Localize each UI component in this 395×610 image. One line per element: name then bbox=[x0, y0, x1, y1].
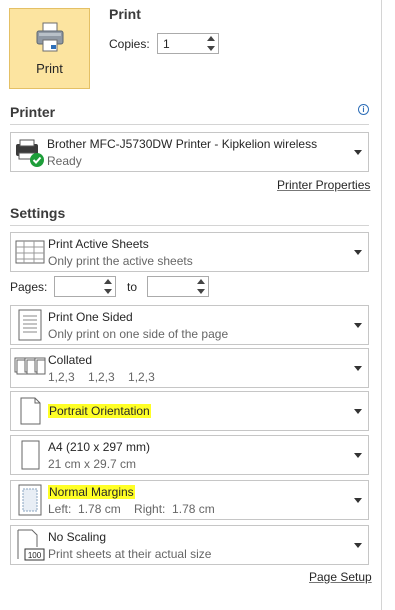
collated-icon bbox=[14, 357, 46, 375]
scaling-select[interactable]: 100 No Scaling Print sheets at their act… bbox=[10, 525, 369, 565]
decrement-arrow-icon[interactable] bbox=[207, 46, 215, 51]
pages-to-label: to bbox=[127, 280, 138, 294]
print-button-label: Print bbox=[36, 61, 63, 76]
sides-select[interactable]: Print One Sided Only print on one side o… bbox=[10, 305, 369, 345]
print-heading: Print bbox=[109, 6, 141, 22]
print-what-subtitle: Only print the active sheets bbox=[48, 254, 193, 268]
margins-title: Normal Margins bbox=[48, 485, 135, 499]
collation-subtitle: 1,2,3 1,2,3 1,2,3 bbox=[48, 370, 155, 384]
copies-value: 1 bbox=[163, 37, 170, 51]
copies-label: Copies: bbox=[109, 37, 150, 51]
printer-status-icon bbox=[16, 139, 44, 167]
chevron-down-icon bbox=[354, 498, 362, 503]
chevron-down-icon bbox=[354, 323, 362, 328]
panel-divider bbox=[381, 0, 382, 610]
sides-subtitle: Only print on one side of the page bbox=[48, 327, 229, 341]
pages-label: Pages: bbox=[10, 280, 48, 294]
orientation-title: Portrait Orientation bbox=[48, 404, 151, 418]
paper-size-title: A4 (210 x 297 mm) bbox=[48, 440, 151, 454]
print-button[interactable]: Print bbox=[9, 8, 90, 89]
info-icon[interactable]: i bbox=[358, 104, 369, 115]
printer-status: Ready bbox=[47, 154, 82, 168]
printer-properties-link[interactable]: Printer Properties bbox=[277, 178, 370, 192]
chevron-down-icon bbox=[354, 150, 362, 155]
paper-size-subtitle: 21 cm x 29.7 cm bbox=[48, 457, 137, 471]
orientation-title-text: Portrait Orientation bbox=[48, 404, 151, 418]
settings-heading: Settings bbox=[10, 205, 66, 221]
scaling-subtitle: Print sheets at their actual size bbox=[48, 547, 212, 561]
margins-title-text: Normal Margins bbox=[48, 485, 135, 499]
scaling-icon: 100 bbox=[17, 529, 45, 561]
margins-icon bbox=[18, 484, 42, 516]
margins-select[interactable]: Normal Margins Left: 1.78 cm Right: 1.78… bbox=[10, 480, 369, 520]
one-sided-icon bbox=[18, 309, 42, 341]
settings-separator bbox=[10, 225, 369, 226]
pages-to-input[interactable] bbox=[147, 276, 209, 297]
decrement-arrow-icon[interactable] bbox=[104, 289, 112, 294]
collation-title: Collated bbox=[48, 353, 93, 367]
printer-heading: Printer bbox=[10, 104, 56, 120]
page-setup-link[interactable]: Page Setup bbox=[309, 570, 372, 584]
paper-size-icon bbox=[21, 440, 40, 470]
printer-icon bbox=[36, 22, 64, 52]
scaling-badge: 100 bbox=[28, 551, 42, 560]
scaling-title: No Scaling bbox=[48, 530, 107, 544]
copies-input[interactable]: 1 bbox=[157, 33, 219, 54]
printer-select[interactable]: Brother MFC-J5730DW Printer - Kipkelion … bbox=[10, 132, 369, 172]
paper-size-select[interactable]: A4 (210 x 297 mm) 21 cm x 29.7 cm bbox=[10, 435, 369, 475]
collation-select[interactable]: Collated 1,2,3 1,2,3 1,2,3 bbox=[10, 348, 369, 388]
margins-subtitle: Left: 1.78 cm Right: 1.78 cm bbox=[48, 502, 215, 516]
chevron-down-icon bbox=[354, 409, 362, 414]
print-what-title: Print Active Sheets bbox=[48, 237, 149, 251]
increment-arrow-icon[interactable] bbox=[104, 279, 112, 284]
printer-name: Brother MFC-J5730DW Printer - Kipkelion … bbox=[47, 137, 318, 151]
orientation-select[interactable]: Portrait Orientation bbox=[10, 391, 369, 431]
pages-from-input[interactable] bbox=[54, 276, 116, 297]
increment-arrow-icon[interactable] bbox=[207, 36, 215, 41]
chevron-down-icon bbox=[354, 453, 362, 458]
decrement-arrow-icon[interactable] bbox=[197, 289, 205, 294]
chevron-down-icon bbox=[354, 543, 362, 548]
printer-separator bbox=[10, 124, 369, 125]
sheets-icon bbox=[15, 240, 45, 264]
print-what-select[interactable]: Print Active Sheets Only print the activ… bbox=[10, 232, 369, 272]
chevron-down-icon bbox=[354, 366, 362, 371]
increment-arrow-icon[interactable] bbox=[197, 279, 205, 284]
chevron-down-icon bbox=[354, 250, 362, 255]
sides-title: Print One Sided bbox=[48, 310, 133, 324]
portrait-icon bbox=[20, 397, 41, 425]
